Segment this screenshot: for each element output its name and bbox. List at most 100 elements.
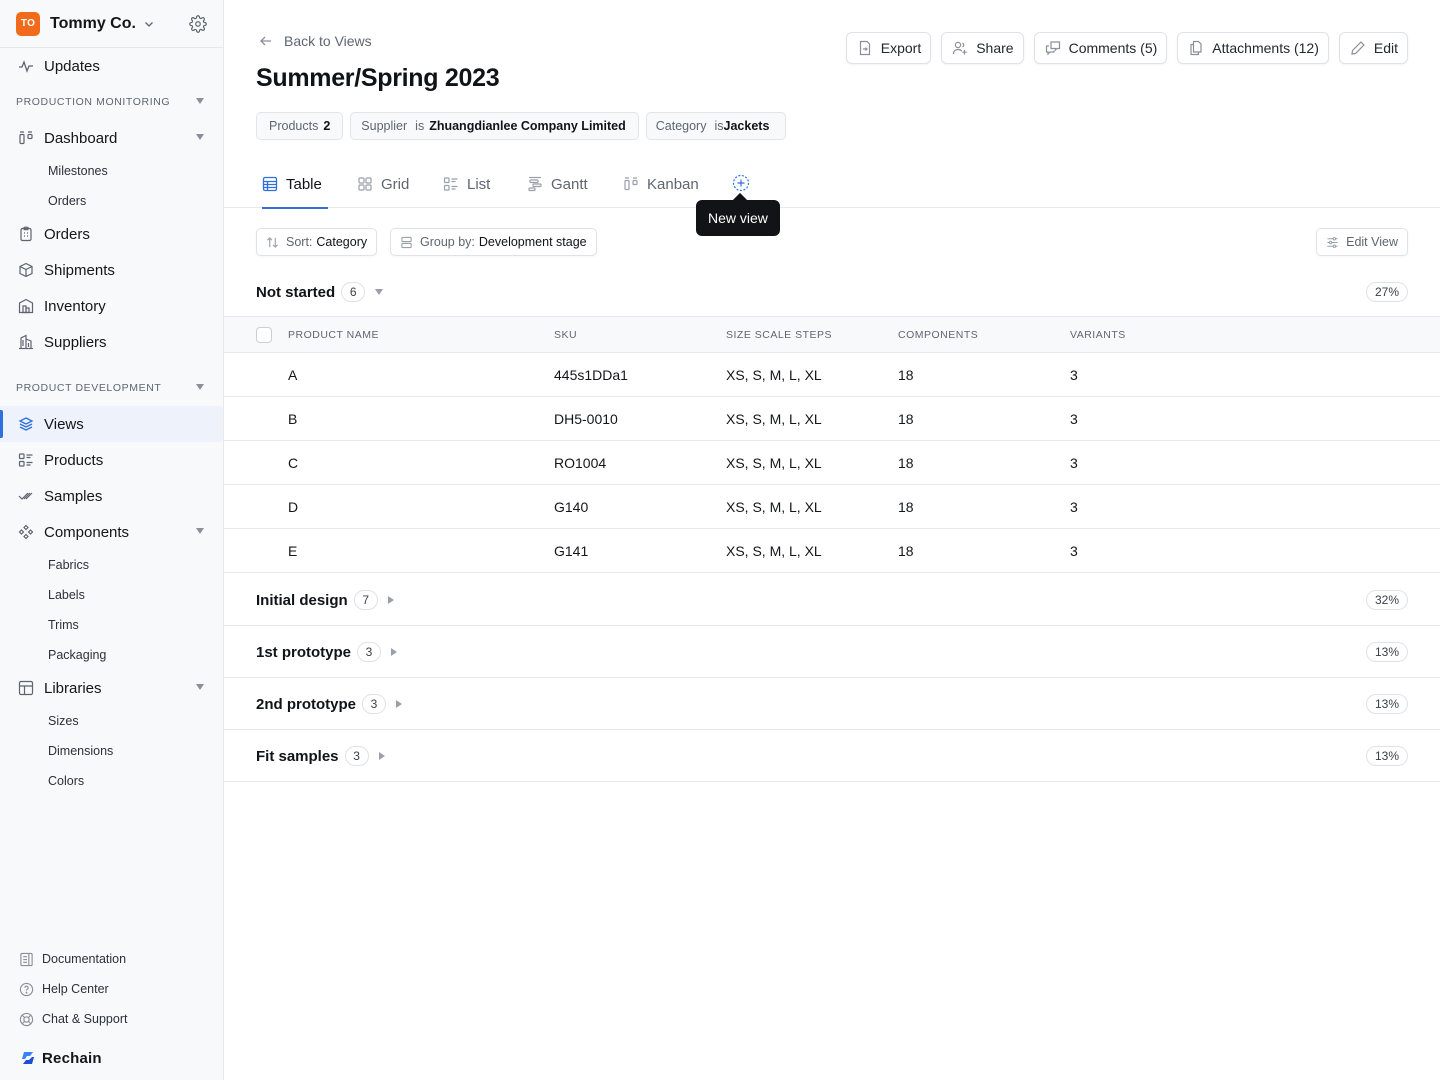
- tab-gantt[interactable]: Gantt: [527, 160, 588, 208]
- sidebar-item-shipments[interactable]: Shipments: [0, 252, 223, 288]
- attachments-button[interactable]: Attachments (12): [1177, 32, 1329, 64]
- export-button[interactable]: Export: [845, 32, 932, 64]
- group-count-badge: 3: [344, 746, 369, 766]
- sidebar-subitem-milestones[interactable]: Milestones: [0, 156, 223, 186]
- group-count-badge: 3: [357, 642, 382, 662]
- caret-down-icon: [196, 134, 204, 140]
- products-table: PRODUCT NAME SKU SIZE SCALE STEPS COMPON…: [224, 316, 1440, 573]
- group-count-badge: 6: [341, 282, 366, 302]
- sidebar-subitem-packaging[interactable]: Packaging: [0, 640, 223, 670]
- table-row[interactable]: B DH5-0010 XS, S, M, L, XL 18 3: [224, 397, 1440, 441]
- cell-components: 18: [898, 454, 914, 471]
- group-header[interactable]: Not started 6 27%: [224, 276, 1440, 316]
- group-by-button[interactable]: Group by: Development stage: [390, 228, 597, 256]
- sidebar-item-samples[interactable]: Samples: [0, 478, 223, 514]
- table-row[interactable]: D G140 XS, S, M, L, XL 18 3: [224, 485, 1440, 529]
- group-title: 1st prototype: [256, 643, 352, 661]
- share-button[interactable]: Share: [941, 32, 1024, 64]
- filter-chip-category[interactable]: Category is Jackets: [645, 112, 787, 140]
- gantt-icon: [527, 176, 543, 192]
- sidebar-item-dashboard[interactable]: Dashboard: [0, 120, 223, 156]
- tab-list[interactable]: List: [443, 160, 490, 208]
- sidebar-item-views[interactable]: Views: [0, 406, 223, 442]
- components-icon: [18, 524, 34, 540]
- column-header-size-scale-steps[interactable]: SIZE SCALE STEPS: [726, 317, 898, 353]
- add-view-button[interactable]: [732, 174, 750, 192]
- sidebar-link-help-center[interactable]: Help Center: [0, 974, 223, 1004]
- filter-chip-supplier[interactable]: Supplier is Zhuangdianlee Company Limite…: [350, 112, 639, 140]
- cell-sku: DH5-0010: [554, 410, 618, 427]
- page-title: Summer/Spring 2023: [256, 64, 500, 92]
- group-header[interactable]: Initial design 7 32%: [224, 574, 1440, 626]
- comments-button[interactable]: Comments (5): [1033, 32, 1168, 64]
- tab-table[interactable]: Table: [262, 160, 328, 209]
- sidebar-link-chat-support[interactable]: Chat & Support: [0, 1004, 223, 1034]
- sidebar-subitem-trims[interactable]: Trims: [0, 610, 223, 640]
- caret-right-icon[interactable]: [396, 700, 402, 708]
- cell-size-scale-steps: XS, S, M, L, XL: [726, 410, 822, 427]
- tab-kanban[interactable]: Kanban: [623, 160, 699, 208]
- cell-product-name: D: [288, 498, 299, 515]
- column-header-variants[interactable]: VARIANTS: [1070, 317, 1440, 353]
- group-1st-prototype: 1st prototype 3 13%: [224, 626, 1440, 678]
- sidebar-subitem-labels[interactable]: Labels: [0, 580, 223, 610]
- table-row[interactable]: A 445s1DDa1 XS, S, M, L, XL 18 3: [224, 353, 1440, 397]
- sidebar-item-orders[interactable]: Orders: [0, 216, 223, 252]
- group-header[interactable]: 1st prototype 3 13%: [224, 626, 1440, 678]
- sidebar-item-inventory[interactable]: Inventory: [0, 288, 223, 324]
- sidebar-footer: Documentation Help Center Chat & Support…: [0, 944, 223, 1080]
- filter-chips: Products 2 Supplier is Zhuangdianlee Com…: [256, 112, 787, 140]
- sidebar-subitem-colors[interactable]: Colors: [0, 766, 223, 796]
- group-2nd-prototype: 2nd prototype 3 13%: [224, 678, 1440, 730]
- table-row[interactable]: C RO1004 XS, S, M, L, XL 18 3: [224, 441, 1440, 485]
- sidebar-item-updates[interactable]: Updates: [0, 48, 223, 84]
- section-production-monitoring[interactable]: PRODUCTION MONITORING: [0, 84, 223, 120]
- group-count-badge: 3: [362, 694, 386, 714]
- list-icon: [443, 176, 459, 192]
- cell-variants: 3: [1070, 498, 1078, 515]
- caret-right-icon[interactable]: [391, 648, 398, 656]
- sidebar-subitem-sizes[interactable]: Sizes: [0, 706, 223, 736]
- caret-right-icon[interactable]: [387, 596, 394, 604]
- select-all-checkbox[interactable]: [256, 326, 272, 343]
- sidebar-subitem-orders[interactable]: Orders: [0, 186, 223, 216]
- sidebar-item-libraries[interactable]: Libraries: [0, 670, 223, 706]
- sidebar-subitem-fabrics[interactable]: Fabrics: [0, 550, 223, 580]
- sort-button[interactable]: Sort: Category: [256, 228, 378, 256]
- cell-product-name: E: [288, 542, 298, 559]
- group-title: Fit samples: [256, 747, 339, 765]
- section-product-development[interactable]: PRODUCT DEVELOPMENT: [0, 370, 223, 406]
- cell-size-scale-steps: XS, S, M, L, XL: [726, 454, 822, 471]
- row-select-cell: [224, 397, 288, 441]
- filter-chip-products[interactable]: Products 2: [256, 112, 344, 140]
- caret-right-icon[interactable]: [378, 752, 385, 760]
- column-header-product-name[interactable]: PRODUCT NAME: [288, 317, 554, 353]
- column-header-components[interactable]: COMPONENTS: [898, 317, 1070, 353]
- sidebar-item-suppliers[interactable]: Suppliers: [0, 324, 223, 360]
- cell-sku: 445s1DDa1: [554, 366, 628, 383]
- edit-button[interactable]: Edit: [1338, 32, 1408, 64]
- sidebar-subitem-dimensions[interactable]: Dimensions: [0, 736, 223, 766]
- main-content: Back to Views Summer/Spring 2023 Export …: [224, 0, 1440, 1080]
- edit-view-button[interactable]: Edit View: [1316, 228, 1408, 256]
- table-row[interactable]: E G141 XS, S, M, L, XL 18 3: [224, 529, 1440, 573]
- org-switcher[interactable]: TO Tommy Co.: [0, 0, 223, 48]
- group-header[interactable]: Fit samples 3 13%: [224, 730, 1440, 782]
- table-icon: [262, 176, 278, 192]
- sidebar-item-components[interactable]: Components: [0, 514, 223, 550]
- back-to-views-link[interactable]: Back to Views: [258, 33, 372, 49]
- group-header[interactable]: 2nd prototype 3 13%: [224, 678, 1440, 730]
- table-icon: [18, 680, 34, 696]
- tab-grid[interactable]: Grid: [357, 160, 409, 208]
- sidebar-link-documentation[interactable]: Documentation: [0, 944, 223, 974]
- sidebar-item-products[interactable]: Products: [0, 442, 223, 478]
- cell-sku: RO1004: [554, 454, 607, 471]
- column-header-sku[interactable]: SKU: [554, 317, 726, 353]
- gear-icon[interactable]: [189, 15, 207, 33]
- cell-size-scale-steps: XS, S, M, L, XL: [726, 366, 822, 383]
- group-percent-badge: 13%: [1365, 746, 1408, 766]
- group-title: Not started: [256, 283, 336, 301]
- box-icon: [18, 262, 34, 278]
- row-select-cell: [224, 441, 288, 485]
- caret-down-icon[interactable]: [375, 289, 384, 295]
